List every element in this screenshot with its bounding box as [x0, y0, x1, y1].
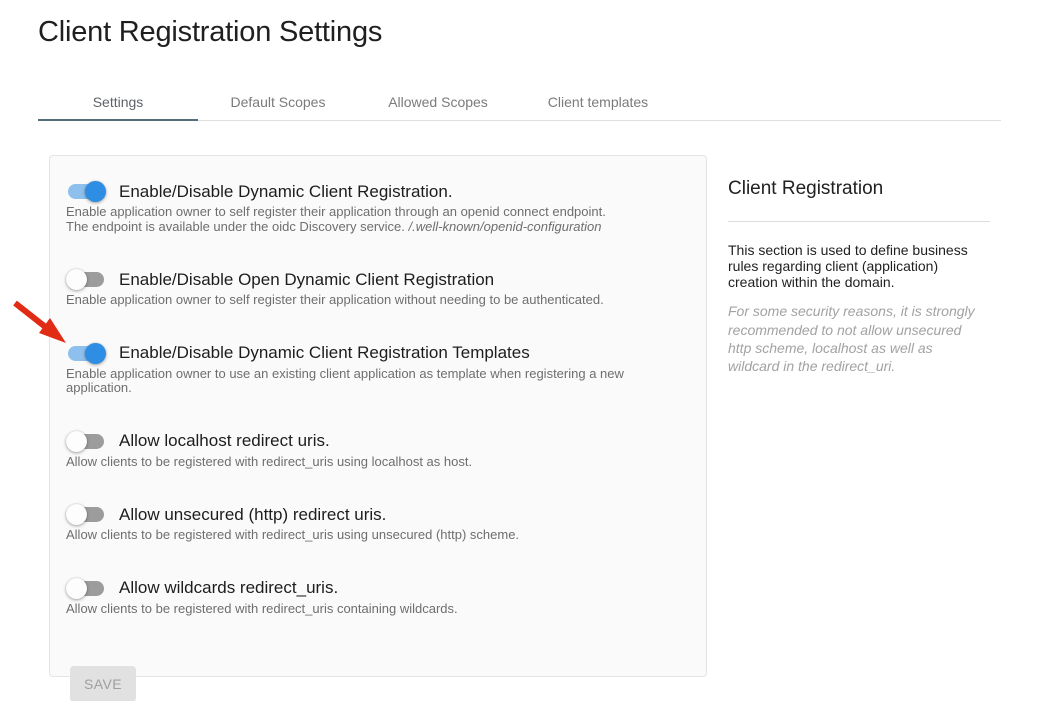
- toggle-registration-templates[interactable]: [66, 343, 106, 364]
- toggle-knob: [66, 431, 87, 452]
- sidebar-security-note: For some security reasons, it is strongl…: [728, 302, 980, 375]
- sidebar-heading: Client Registration: [728, 178, 990, 200]
- description-line-1: Enable application owner to self registe…: [66, 204, 606, 219]
- toggle-unsecured-http-redirect[interactable]: [66, 504, 106, 525]
- toggle-knob: [66, 578, 87, 599]
- toggle-localhost-redirect[interactable]: [66, 431, 106, 452]
- toggle-wildcards-redirect[interactable]: [66, 578, 106, 599]
- toggle-knob: [66, 269, 87, 290]
- toggle-knob: [85, 181, 106, 202]
- sidebar-divider: [728, 221, 990, 222]
- setting-description: Allow clients to be registered with redi…: [66, 528, 688, 543]
- toggle-open-dynamic-client-registration[interactable]: [66, 269, 106, 290]
- setting-label: Allow unsecured (http) redirect uris.: [119, 505, 386, 525]
- toggle-knob: [66, 504, 87, 525]
- setting-label: Allow wildcards redirect_uris.: [119, 578, 338, 598]
- save-button[interactable]: SAVE: [70, 666, 136, 701]
- setting-row-unsecured-http-redirect: Allow unsecured (http) redirect uris. Al…: [66, 504, 688, 543]
- setting-row-wildcards-redirect: Allow wildcards redirect_uris. Allow cli…: [66, 578, 688, 617]
- setting-description: Enable application owner to self registe…: [66, 293, 688, 308]
- help-sidebar: Client Registration This section is used…: [728, 178, 990, 376]
- settings-panel: Enable/Disable Dynamic Client Registrati…: [49, 155, 707, 677]
- setting-row-registration-templates: Enable/Disable Dynamic Client Registrati…: [66, 343, 688, 396]
- setting-label: Allow localhost redirect uris.: [119, 431, 330, 451]
- active-tab-indicator: [38, 119, 198, 121]
- setting-row-dynamic-client-registration: Enable/Disable Dynamic Client Registrati…: [66, 181, 688, 234]
- setting-label: Enable/Disable Open Dynamic Client Regis…: [119, 270, 494, 290]
- setting-label: Enable/Disable Dynamic Client Registrati…: [119, 182, 453, 202]
- description-line-2: The endpoint is available under the oidc…: [66, 219, 409, 234]
- tab-settings[interactable]: Settings: [38, 84, 198, 120]
- toggle-knob: [85, 343, 106, 364]
- setting-description: Allow clients to be registered with redi…: [66, 602, 688, 617]
- openid-config-path: /.well-known/openid-configuration: [409, 219, 602, 234]
- tab-default-scopes[interactable]: Default Scopes: [198, 84, 358, 120]
- setting-row-localhost-redirect: Allow localhost redirect uris. Allow cli…: [66, 431, 688, 470]
- tab-bar: Settings Default Scopes Allowed Scopes C…: [38, 84, 1001, 122]
- setting-label: Enable/Disable Dynamic Client Registrati…: [119, 343, 530, 363]
- setting-row-open-dynamic-client-registration: Enable/Disable Open Dynamic Client Regis…: [66, 269, 688, 308]
- setting-description: Enable application owner to use an exist…: [66, 367, 688, 396]
- toggle-dynamic-client-registration[interactable]: [66, 181, 106, 202]
- setting-description: Enable application owner to self registe…: [66, 205, 688, 234]
- setting-description: Allow clients to be registered with redi…: [66, 455, 688, 470]
- sidebar-paragraph: This section is used to define business …: [728, 243, 980, 290]
- page-title: Client Registration Settings: [38, 16, 382, 49]
- tab-allowed-scopes[interactable]: Allowed Scopes: [358, 84, 518, 120]
- tab-client-templates[interactable]: Client templates: [518, 84, 678, 120]
